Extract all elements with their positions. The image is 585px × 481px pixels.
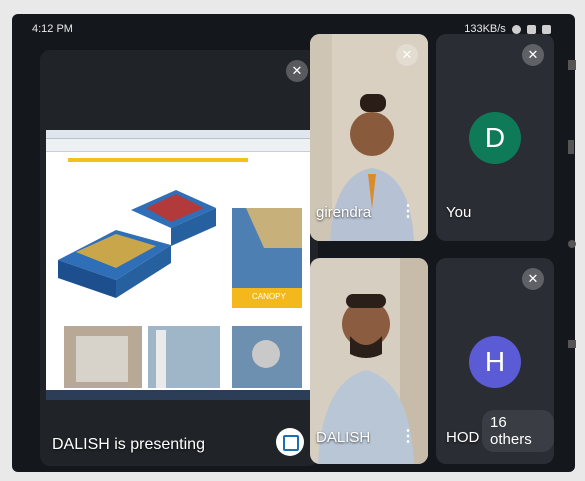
signal-icon [526,24,536,34]
presenting-label: DALISH is presenting [52,436,205,453]
accessibility-icon[interactable] [568,60,576,70]
avatar-initial: H [484,346,506,377]
system-side-bar [565,60,585,380]
avatar: D [469,112,521,164]
avatar-initial: D [484,122,506,153]
participant-tile-girendra[interactable]: ✕ girendra ⋮ [310,34,428,241]
slide-caption: CANOPY [252,292,286,301]
participant-name: You [446,204,472,221]
home-icon[interactable] [568,240,576,248]
building-diagram [58,190,302,388]
more-vert-icon[interactable]: ⋮ [400,426,416,446]
shared-screen: CANOPY [46,130,310,400]
participant-name: girendra [316,204,372,221]
recents-icon[interactable] [568,340,576,348]
more-vert-icon[interactable]: ⋮ [400,201,416,221]
participant-tile-hod[interactable]: ✕ H HOD 16 others [436,258,554,464]
participant-name: HOD [446,429,480,446]
others-badge[interactable]: 16 others [482,410,554,452]
meeting-screen: 4:12 PM 133KB/s ✕ CANOPY DALISH is prese… [12,14,575,472]
participant-tile-you[interactable]: ✕ D You [436,34,554,241]
fullscreen-button[interactable] [276,428,304,456]
mic-off-icon: ✕ [522,268,544,290]
participant-tile-dalish[interactable]: DALISH ⋮ [310,258,428,464]
battery-icon [542,24,551,34]
windows-taskbar [46,390,310,400]
fullscreen-icon [283,435,299,451]
status-time: 4:12 PM [32,23,73,35]
mic-off-icon: ✕ [396,44,418,66]
presentation-tile[interactable]: ✕ CANOPY DALISH is presenting [40,50,318,466]
back-icon[interactable] [568,140,574,154]
mic-off-icon: ✕ [286,60,308,82]
avatar: H [469,336,521,388]
alarm-icon [511,24,521,34]
participant-name: DALISH [316,429,371,446]
mic-off-icon: ✕ [522,44,544,66]
